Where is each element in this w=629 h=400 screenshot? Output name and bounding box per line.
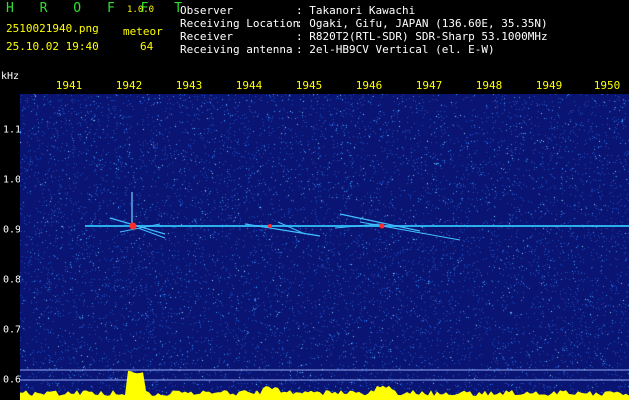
spectrogram (20, 94, 629, 400)
meteor-label: meteor (123, 25, 163, 38)
spectrogram-overlay (20, 192, 629, 400)
x-tick-1943: 1943 (175, 79, 203, 92)
y-tick-0-7: 0.7 (3, 324, 22, 336)
app-title: H R O F F T (6, 1, 192, 16)
meteor-echo-1942 (109, 192, 166, 239)
y-tick-1-1: 1.1 (3, 124, 22, 136)
info-row-antenna: Receiving antenna: 2el-HB9CV Vertical (e… (180, 43, 495, 56)
y-tick-0-8: 0.8 (3, 274, 22, 286)
x-tick-1946: 1946 (355, 79, 383, 92)
x-tick-1947: 1947 (415, 79, 443, 92)
signal-level-trace (20, 370, 629, 400)
y-tick-1-0: 1.0 (3, 174, 22, 186)
info-row-receiver: Receiver: R820T2(RTL-SDR) SDR-Sharp 53.1… (180, 30, 548, 43)
capture-datetime: 25.10.02 19:40 (6, 40, 99, 53)
x-tick-1941: 1941 (55, 79, 83, 92)
app-version: 1.0.0 (127, 5, 155, 15)
y-tick-0-9: 0.9 (3, 224, 22, 236)
x-tick-1945: 1945 (295, 79, 323, 92)
y-tick-0-6: 0.6 (3, 374, 22, 386)
info-row-observer: Observer: Takanori Kawachi (180, 4, 416, 17)
meteor-count: 64 (140, 40, 154, 53)
x-tick-1949: 1949 (535, 79, 563, 92)
file-name: 2510021940.png (6, 22, 99, 35)
x-tick-1950: 1950 (593, 79, 621, 92)
hrofft-window: H R O F F T 1.0.0 2510021940.png 25.10.0… (0, 0, 629, 400)
info-row-location: Receiving Location: Ogaki, Gifu, JAPAN (… (180, 17, 548, 30)
y-axis-unit: kHz (1, 71, 20, 82)
x-tick-1942: 1942 (115, 79, 143, 92)
meteor-echo-1944 (244, 221, 321, 237)
station-info: Observer: Takanori Kawachi Receiving Loc… (180, 4, 548, 56)
x-tick-1944: 1944 (235, 79, 263, 92)
x-tick-1948: 1948 (475, 79, 503, 92)
